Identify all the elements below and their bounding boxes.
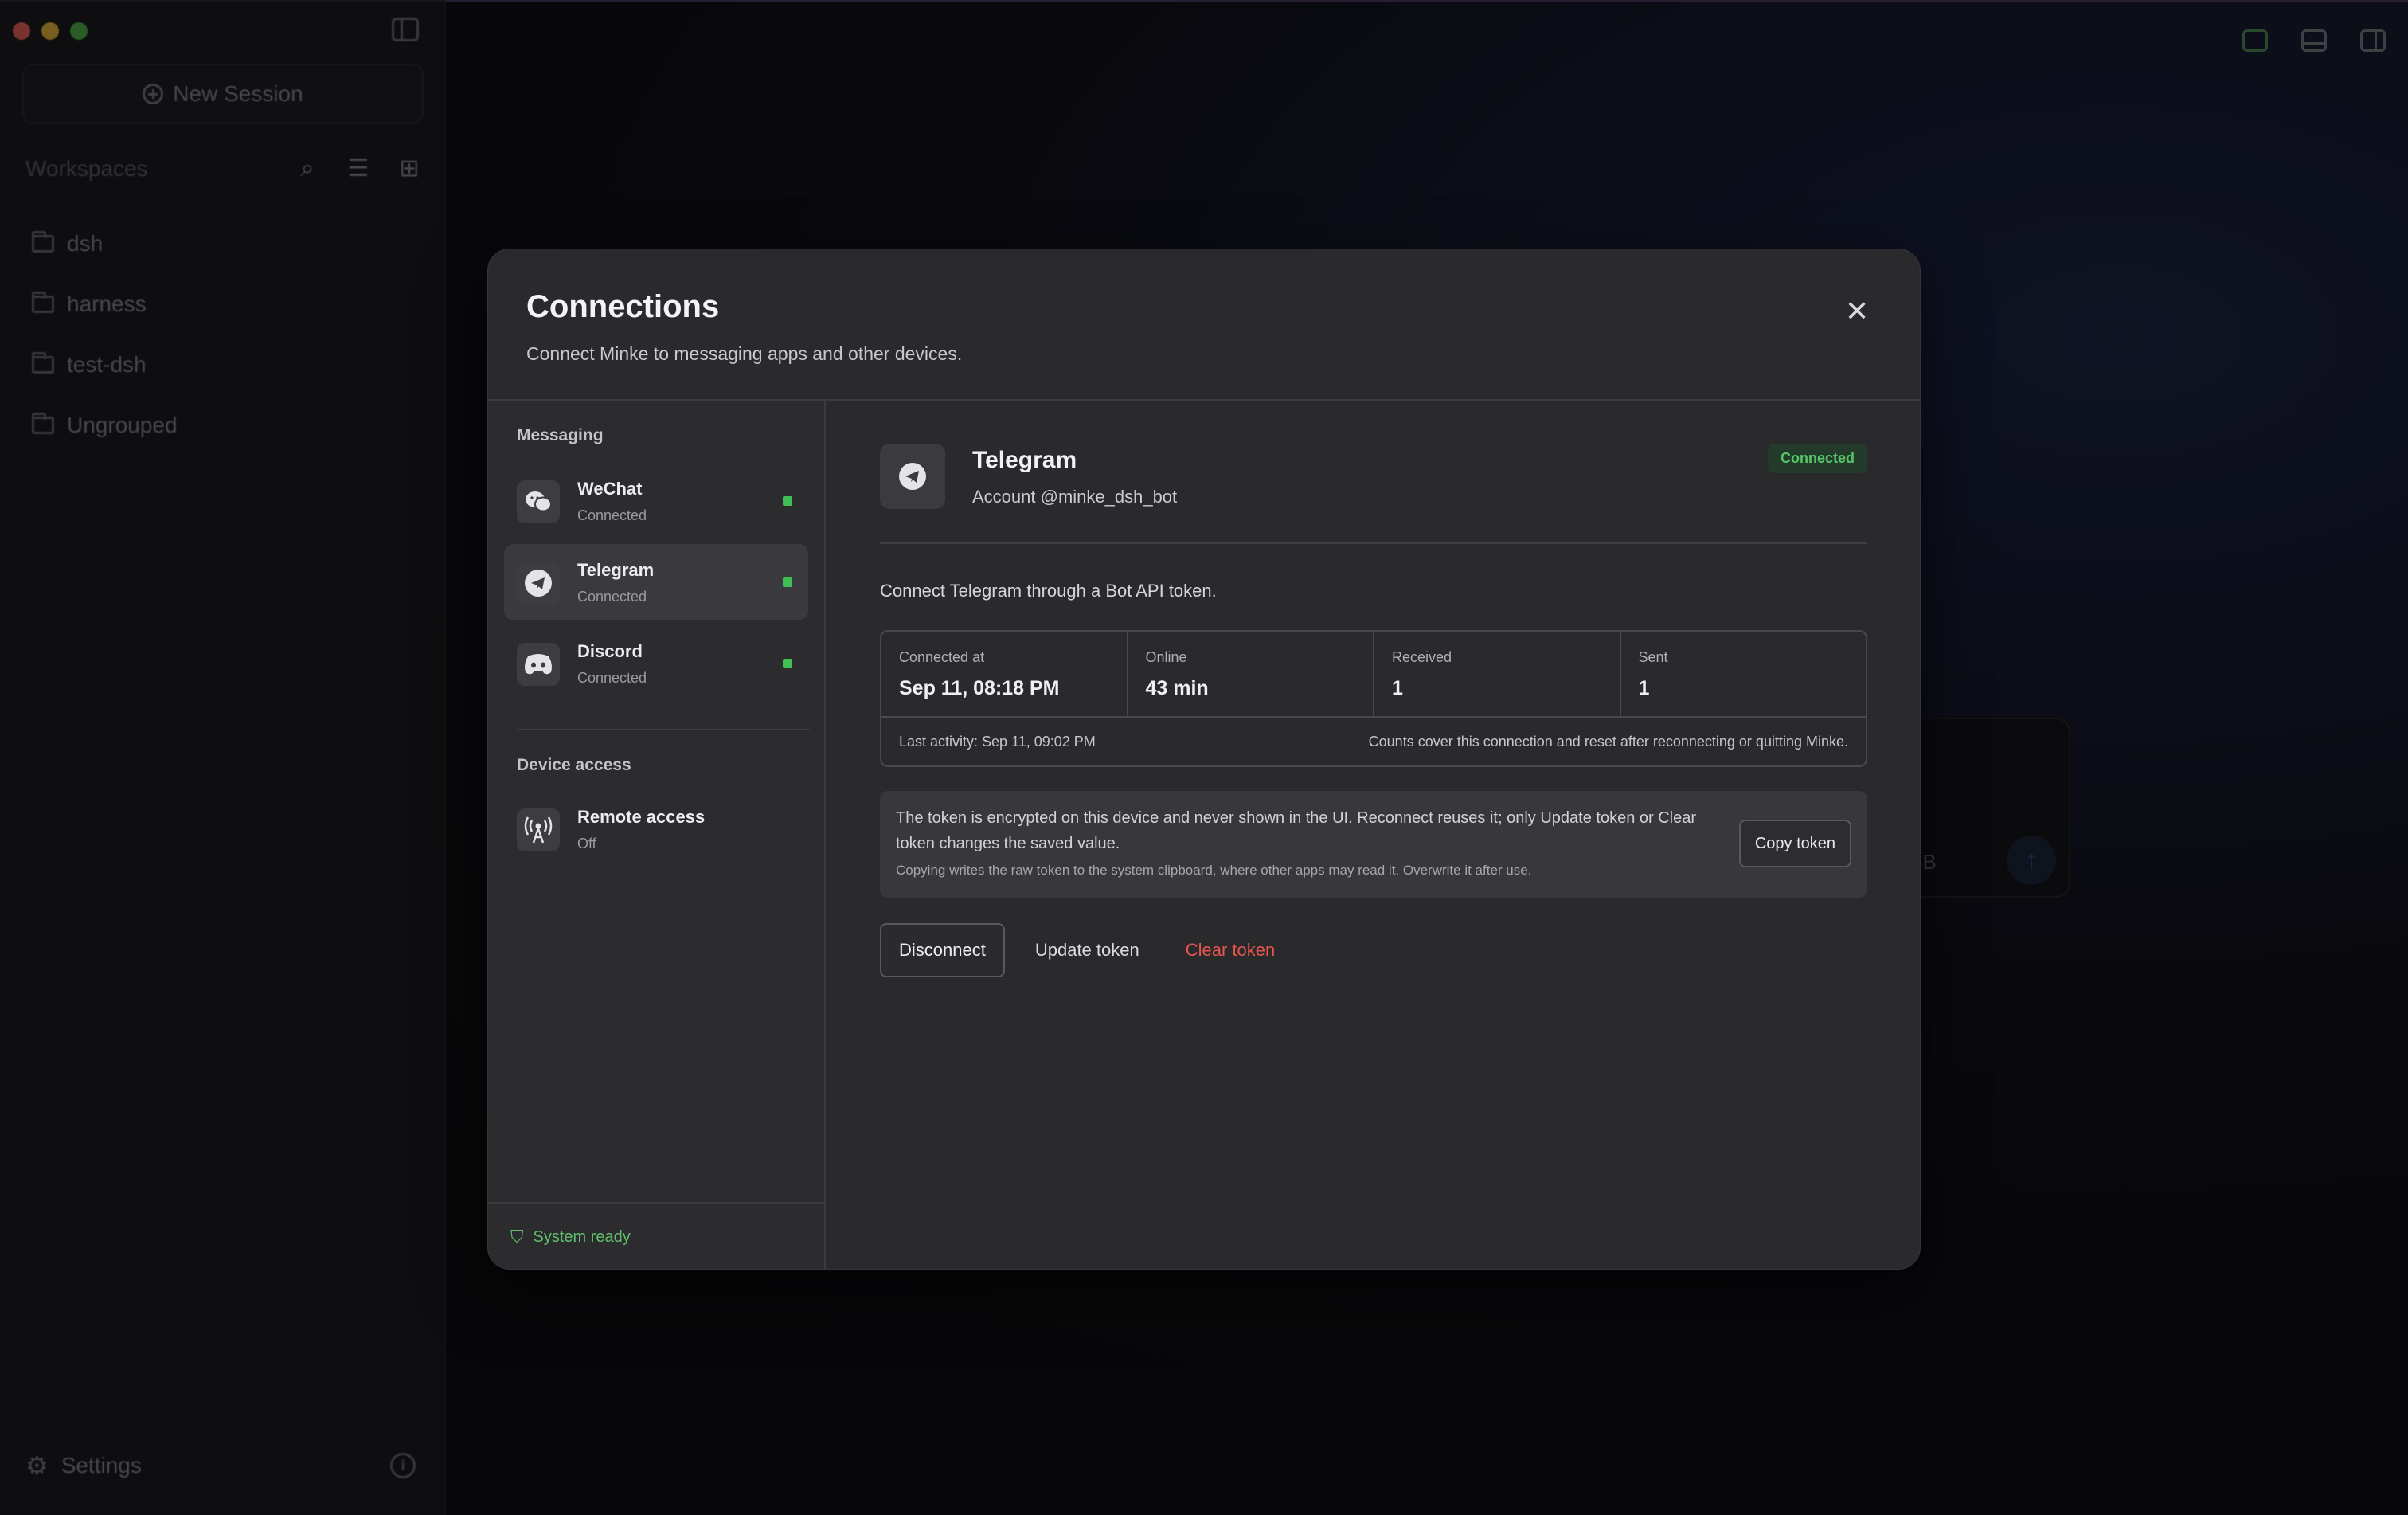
stat-received: Received 1 xyxy=(1374,632,1621,716)
stat-sent: Sent 1 xyxy=(1621,632,1867,716)
dialog-title: Connections xyxy=(526,289,720,324)
nav-item-status: Connected xyxy=(577,670,647,686)
stat-value: 1 xyxy=(1392,677,1403,699)
nav-item-name: Telegram xyxy=(577,560,655,580)
service-name: Telegram xyxy=(972,447,1077,473)
messaging-section-title: Messaging xyxy=(517,426,604,444)
disconnect-button[interactable]: Disconnect xyxy=(880,923,1005,977)
system-status: ⛉ System ready xyxy=(488,1202,824,1269)
stat-label: Connected at xyxy=(899,649,985,665)
connections-nav: Messaging WeChat Connected Telegram Conn… xyxy=(488,401,826,1269)
token-info-text: The token is encrypted on this device an… xyxy=(896,809,1696,852)
nav-item-name: WeChat xyxy=(577,479,643,499)
clear-token-button[interactable]: Clear token xyxy=(1170,923,1292,977)
token-info: The token is encrypted on this device an… xyxy=(880,791,1867,898)
counts-note: Counts cover this connection and reset a… xyxy=(1368,733,1848,750)
nav-item-status: Connected xyxy=(577,589,647,605)
nav-item-name: Remote access xyxy=(577,807,706,827)
nav-item-name: Discord xyxy=(577,641,643,661)
nav-divider xyxy=(517,729,810,730)
close-icon[interactable]: ✕ xyxy=(1845,297,1869,326)
telegram-icon xyxy=(880,444,945,509)
stat-label: Received xyxy=(1392,649,1452,665)
update-token-button[interactable]: Update token xyxy=(1019,923,1155,977)
connections-dialog: Connections Connect Minke to messaging a… xyxy=(487,249,1921,1270)
nav-item-telegram[interactable]: Telegram Connected xyxy=(504,544,808,620)
nav-item-status: Off xyxy=(577,836,596,851)
system-status-label: System ready xyxy=(533,1227,631,1246)
token-clipboard-note: Copying writes the raw token to the syst… xyxy=(896,863,1532,878)
last-activity: Last activity: Sep 11, 09:02 PM xyxy=(899,733,1096,750)
nav-item-wechat[interactable]: WeChat Connected xyxy=(504,463,808,539)
stat-value: 43 min xyxy=(1145,677,1209,699)
stat-label: Sent xyxy=(1638,649,1668,665)
nav-item-remote-access[interactable]: Remote access Off xyxy=(504,791,808,867)
dialog-header: Connections Connect Minke to messaging a… xyxy=(488,249,1920,401)
connection-actions: Disconnect Update token Clear token xyxy=(880,923,1291,977)
connection-detail: Telegram Account @minke_dsh_bot Connecte… xyxy=(826,401,1920,1269)
stat-label: Online xyxy=(1145,649,1187,665)
copy-token-button[interactable]: Copy token xyxy=(1738,820,1851,867)
nav-item-discord[interactable]: Discord Connected xyxy=(504,625,808,702)
status-dot xyxy=(783,577,792,587)
connection-stats: Connected at Sep 11, 08:18 PM Online 43 … xyxy=(880,630,1867,767)
stat-value: 1 xyxy=(1638,677,1650,699)
stat-connected-at: Connected at Sep 11, 08:18 PM xyxy=(882,632,1128,716)
nav-item-status: Connected xyxy=(577,507,647,523)
service-description: Connect Telegram through a Bot API token… xyxy=(880,581,1217,601)
status-badge: Connected xyxy=(1767,444,1867,473)
wechat-icon xyxy=(517,480,560,523)
status-dot xyxy=(783,496,792,506)
service-account: Account @minke_dsh_bot xyxy=(972,487,1178,507)
discord-icon xyxy=(517,643,560,686)
telegram-icon xyxy=(517,562,560,605)
shield-check-icon: ⛉ xyxy=(510,1227,524,1247)
dialog-subtitle: Connect Minke to messaging apps and othe… xyxy=(526,343,963,364)
device-section-title: Device access xyxy=(517,756,631,774)
stat-value: Sep 11, 08:18 PM xyxy=(899,677,1060,699)
stat-online: Online 43 min xyxy=(1128,632,1374,716)
antenna-icon xyxy=(517,808,560,851)
detail-divider xyxy=(880,542,1867,544)
status-dot xyxy=(783,659,792,668)
